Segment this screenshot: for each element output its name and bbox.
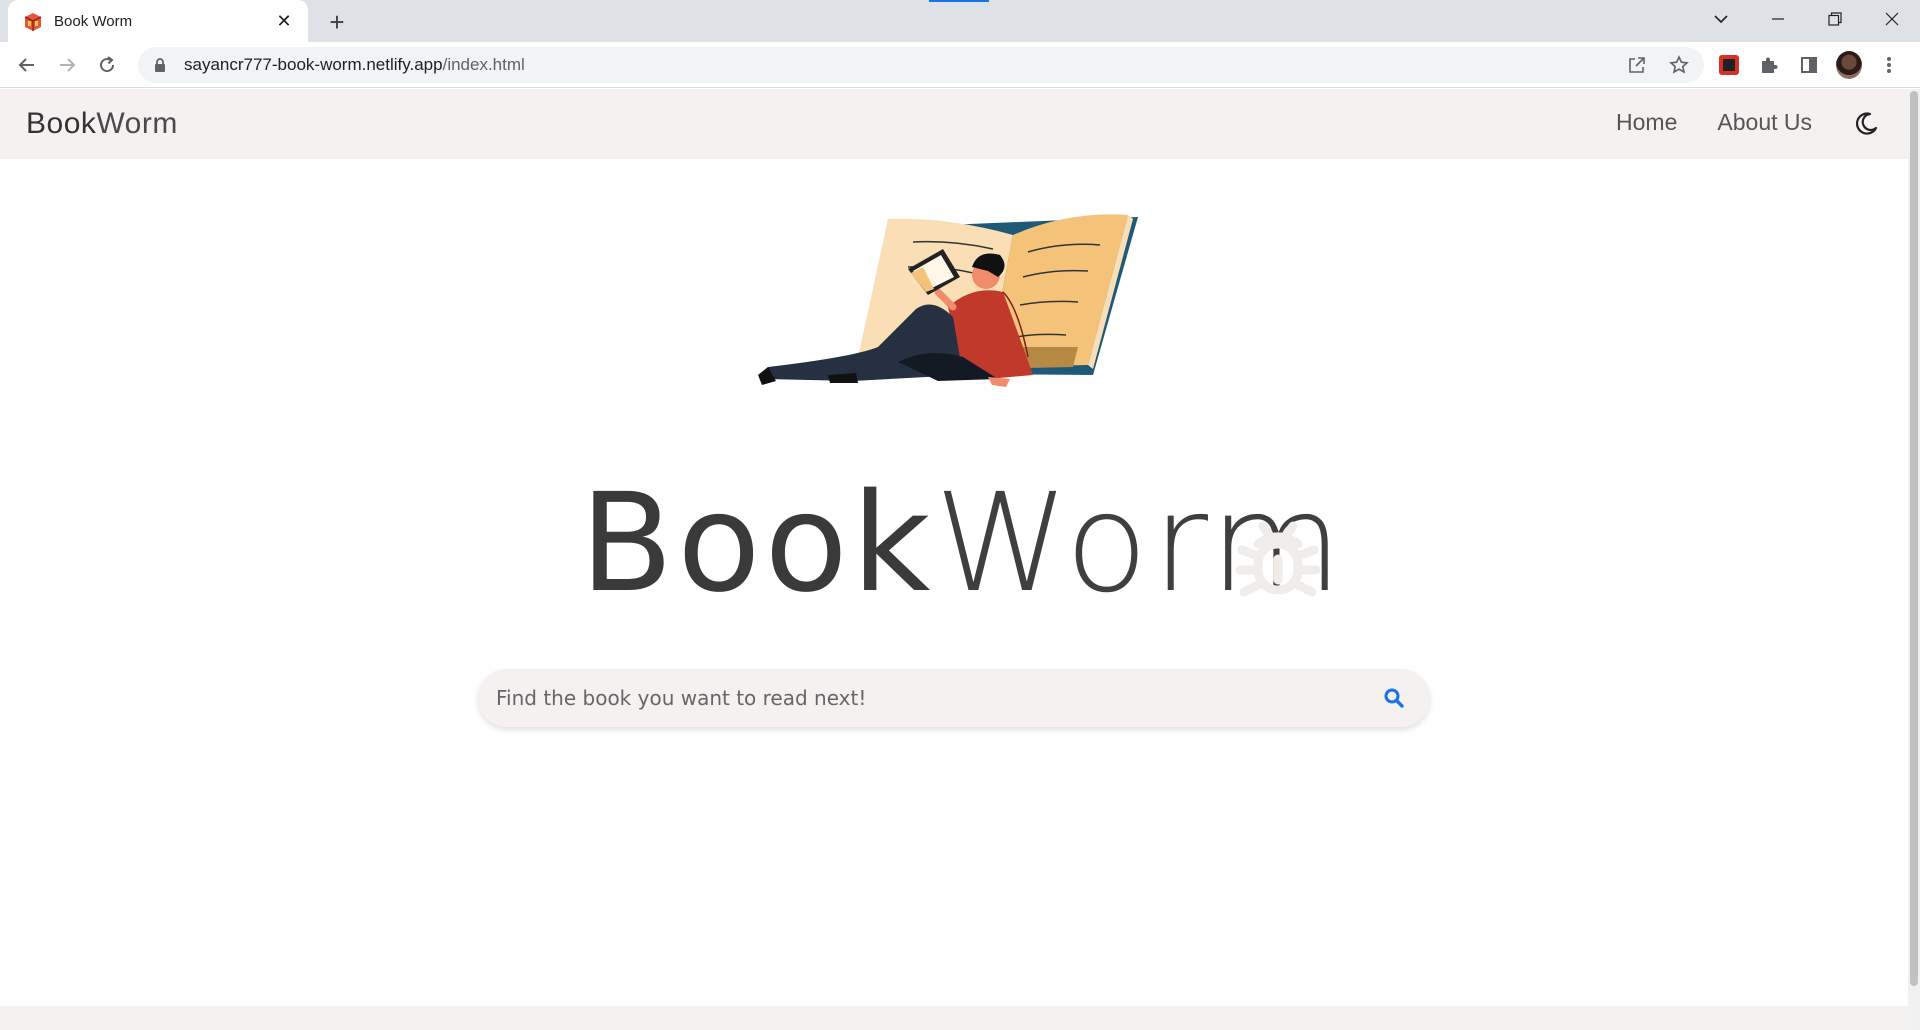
browser-toolbar: sayancr777-book-worm.netlify.app/index.h… (0, 42, 1920, 88)
hero-logo: BookWorm (580, 474, 1342, 614)
url-text[interactable]: sayancr777-book-worm.netlify.app/index.h… (184, 55, 525, 75)
share-icon[interactable] (1626, 54, 1648, 76)
bookmark-star-icon[interactable] (1668, 54, 1690, 76)
site-navbar: BookWorm Home About Us (0, 89, 1908, 159)
restore-icon[interactable] (1806, 0, 1863, 38)
book-search-bar (478, 669, 1430, 727)
footer-strip (0, 1006, 1908, 1030)
tab-close-icon[interactable]: ✕ (272, 9, 296, 33)
nav-home-link[interactable]: Home (1616, 109, 1677, 136)
hero-logo-book: Book (580, 465, 935, 623)
nav-links: Home About Us (1616, 109, 1812, 136)
lock-icon[interactable] (152, 57, 168, 73)
tab-title: Book Worm (54, 12, 133, 30)
more-menu-icon[interactable] (1876, 52, 1902, 78)
brand-part-worm: Worm (96, 107, 178, 140)
url-path: /index.html (442, 55, 525, 74)
minimize-icon[interactable] (1749, 0, 1806, 38)
browser-tab[interactable]: Book Worm ✕ (8, 0, 308, 42)
brand-part-book: Book (26, 107, 97, 140)
back-arrow-icon[interactable] (12, 50, 42, 80)
side-panel-icon[interactable] (1796, 52, 1822, 78)
search-icon[interactable] (1380, 684, 1408, 712)
reload-icon[interactable] (92, 50, 122, 80)
page-viewport: BookWorm Home About Us BookWorm Find the… (0, 89, 1908, 1030)
brand-logo[interactable]: BookWorm (26, 107, 178, 141)
extension-red-icon[interactable] (1716, 52, 1742, 78)
book-box-icon (22, 10, 44, 32)
url-host: sayancr777-book-worm.netlify.app (184, 55, 443, 74)
profile-avatar[interactable] (1836, 51, 1862, 79)
moon-icon[interactable] (1852, 110, 1880, 138)
extensions-puzzle-icon[interactable] (1756, 52, 1782, 78)
reader-illustration (758, 214, 1138, 387)
page-scrollbar[interactable] (1908, 89, 1920, 1030)
window-controls (1692, 0, 1920, 42)
tab-search-chevron-icon[interactable] (1692, 0, 1749, 38)
tab-loading-indicator (929, 0, 989, 2)
scrollbar-thumb[interactable] (1910, 91, 1918, 986)
address-bar[interactable]: sayancr777-book-worm.netlify.app/index.h… (138, 47, 1704, 83)
bug-icon (1235, 521, 1321, 597)
nav-about-link[interactable]: About Us (1717, 109, 1812, 136)
new-tab-button[interactable]: + (322, 7, 352, 37)
forward-arrow-icon[interactable] (52, 50, 82, 80)
close-window-icon[interactable] (1863, 0, 1920, 38)
browser-tab-bar: Book Worm ✕ + (0, 0, 1920, 42)
book-search-input[interactable] (496, 686, 1380, 710)
